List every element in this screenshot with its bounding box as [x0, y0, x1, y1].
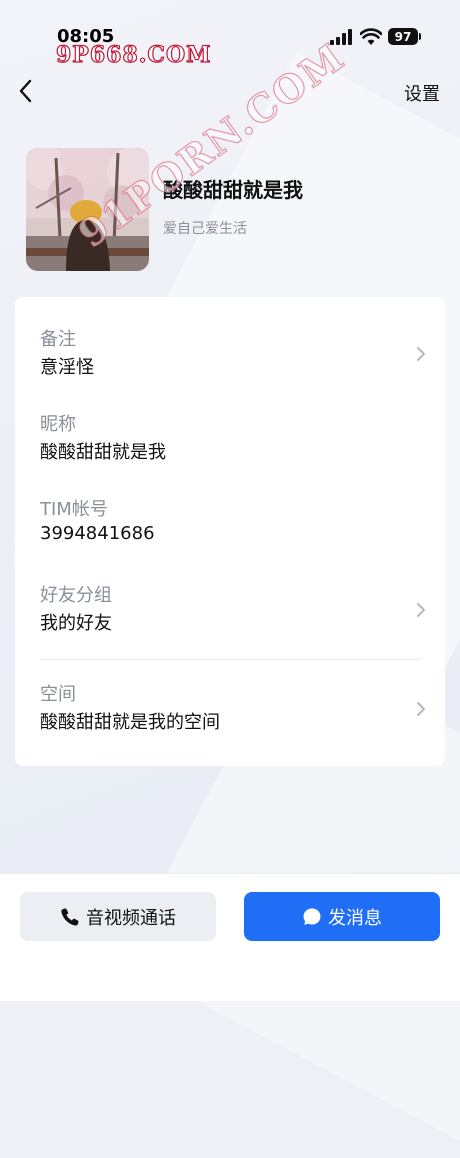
- settings-button[interactable]: 设置: [404, 80, 440, 106]
- profile-signature: 爱自己爱生活: [163, 221, 247, 237]
- tim-id-label: TIM帐号: [40, 499, 108, 520]
- signal-icon: [330, 29, 352, 45]
- remark-value: 意淫怪: [40, 357, 94, 378]
- divider: [40, 659, 420, 660]
- av-call-button[interactable]: 音视频通话: [20, 892, 216, 941]
- back-button[interactable]: [14, 76, 38, 106]
- status-bar: 08:05 9P668.COM 97: [0, 0, 460, 69]
- info-card: 备注 意淫怪 昵称 酸酸甜甜就是我 TIM帐号 3994841686 好友分组 …: [15, 297, 445, 766]
- space-row[interactable]: 空间 酸酸甜甜就是我的空间: [15, 680, 445, 740]
- friend-group-value: 我的好友: [40, 613, 112, 634]
- phone-icon: [61, 907, 79, 926]
- battery-icon: 97: [388, 28, 421, 45]
- nickname-value: 酸酸甜甜就是我: [40, 442, 166, 463]
- wifi-icon: [360, 28, 382, 45]
- friend-group-row[interactable]: 好友分组 我的好友: [15, 581, 445, 641]
- chevron-right-icon: [417, 347, 425, 361]
- bottom-action-bar: 音视频通话 发消息: [0, 873, 460, 1001]
- profile-name: 酸酸甜甜就是我: [163, 178, 303, 202]
- nickname-label: 昵称: [40, 414, 76, 435]
- avatar[interactable]: [26, 148, 149, 271]
- friend-group-label: 好友分组: [40, 585, 112, 606]
- remark-row[interactable]: 备注 意淫怪: [15, 325, 445, 385]
- space-value: 酸酸甜甜就是我的空间: [40, 712, 220, 733]
- nickname-row: 昵称 酸酸甜甜就是我: [15, 410, 445, 470]
- chat-bubble-icon: [303, 908, 321, 925]
- send-message-button[interactable]: 发消息: [244, 892, 440, 941]
- chevron-right-icon: [417, 702, 425, 716]
- tim-id-value: 3994841686: [40, 523, 155, 544]
- watermark-text: 9P668.COM: [55, 41, 212, 68]
- tim-id-row: TIM帐号 3994841686: [15, 495, 445, 555]
- avatar-image: [26, 148, 149, 271]
- chevron-right-icon: [417, 603, 425, 617]
- space-label: 空间: [40, 684, 76, 705]
- remark-label: 备注: [40, 329, 76, 350]
- send-message-label: 发消息: [328, 907, 382, 929]
- av-call-label: 音视频通话: [86, 907, 176, 929]
